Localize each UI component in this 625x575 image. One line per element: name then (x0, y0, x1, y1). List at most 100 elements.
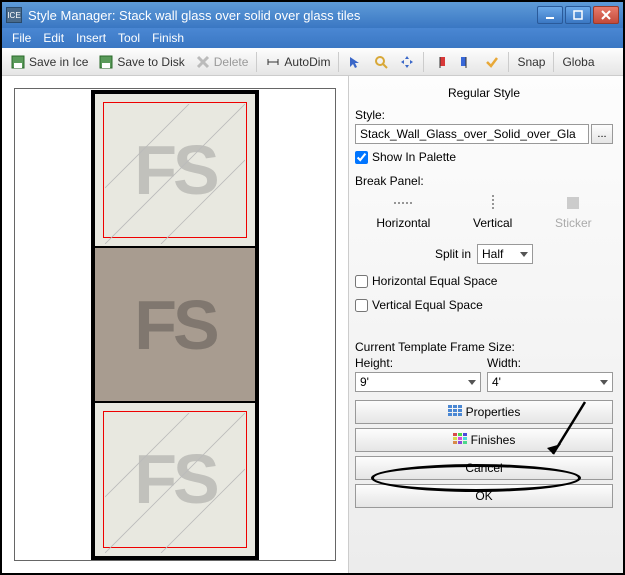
save-disk-label: Save to Disk (117, 55, 184, 69)
minimize-button[interactable] (537, 6, 563, 24)
menu-file[interactable]: File (6, 29, 37, 47)
h-equal-checkbox[interactable] (355, 275, 368, 288)
ok-button[interactable]: OK (355, 484, 613, 508)
save-ice-label: Save in Ice (29, 55, 88, 69)
red-flag-tool[interactable] (428, 52, 452, 72)
snap-label: Snap (517, 55, 545, 69)
pan-tool[interactable] (395, 52, 419, 72)
break-horizontal[interactable]: Horizontal (376, 194, 430, 230)
fs-watermark: FS (134, 439, 215, 519)
style-name-input[interactable] (355, 124, 589, 144)
h-equal-row[interactable]: Horizontal Equal Space (355, 274, 613, 288)
glass-hatch-icon (105, 413, 245, 553)
toolbar-separator (256, 52, 257, 72)
tile-glass-top[interactable]: FS (94, 93, 256, 248)
magnify-icon (373, 54, 389, 70)
break-vertical-label: Vertical (473, 216, 512, 230)
height-combo[interactable]: 9' (355, 372, 481, 392)
split-in-label: Split in (435, 247, 471, 261)
autodim-icon (265, 54, 281, 70)
move-arrows-icon (399, 54, 415, 70)
delete-label: Delete (214, 55, 249, 69)
menu-tool[interactable]: Tool (112, 29, 146, 47)
preview-pane: FS FS FS (2, 76, 348, 573)
break-sticker: Sticker (555, 194, 592, 230)
ok-label: OK (475, 489, 492, 503)
sticker-icon (562, 194, 584, 212)
tile-glass-bottom[interactable]: FS (94, 402, 256, 557)
style-browse-button[interactable]: ... (591, 124, 613, 144)
toolbar-separator (553, 52, 554, 72)
maximize-button[interactable] (565, 6, 591, 24)
disk-ice-icon (10, 54, 26, 70)
v-equal-row[interactable]: Vertical Equal Space (355, 298, 613, 312)
cancel-label: Cancel (465, 461, 502, 475)
style-label: Style: (355, 108, 613, 122)
toolbar-separator (338, 52, 339, 72)
toolbar: Save in Ice Save to Disk Delete AutoDim … (2, 48, 623, 76)
check-tool[interactable] (480, 52, 504, 72)
autodim-button[interactable]: AutoDim (261, 52, 334, 72)
break-horizontal-label: Horizontal (376, 216, 430, 230)
properties-label: Properties (466, 405, 521, 419)
title-bar: ICE Style Manager: Stack wall glass over… (2, 2, 623, 28)
break-panel-label: Break Panel: (355, 174, 613, 188)
main-area: FS FS FS Regular Style Style: ... Show I… (2, 76, 623, 573)
v-equal-checkbox[interactable] (355, 299, 368, 312)
vertical-split-icon (482, 194, 504, 212)
h-equal-label: Horizontal Equal Space (372, 274, 497, 288)
blue-flag-tool[interactable] (454, 52, 478, 72)
show-in-palette-checkbox[interactable] (355, 151, 368, 164)
width-label: Width: (487, 356, 613, 370)
show-in-palette-label: Show In Palette (372, 150, 456, 164)
window-title: Style Manager: Stack wall glass over sol… (28, 8, 537, 23)
fs-watermark: FS (134, 285, 215, 365)
snap-button[interactable]: Snap (513, 53, 549, 71)
properties-grid-icon (448, 405, 462, 420)
frame-size-label: Current Template Frame Size: (355, 340, 613, 354)
panel-heading: Regular Style (355, 86, 613, 100)
save-in-ice-button[interactable]: Save in Ice (6, 52, 92, 72)
v-equal-label: Vertical Equal Space (372, 298, 483, 312)
autodim-label: AutoDim (284, 55, 330, 69)
break-sticker-label: Sticker (555, 216, 592, 230)
split-in-combo[interactable]: Half (477, 244, 533, 264)
red-flag-icon (432, 54, 448, 70)
disk-icon (98, 54, 114, 70)
tile-stack: FS FS FS (91, 90, 259, 560)
delete-button[interactable]: Delete (191, 52, 253, 72)
toolbar-separator (508, 52, 509, 72)
blue-flag-icon (458, 54, 474, 70)
glass-hatch-icon (105, 104, 245, 244)
show-in-palette-row[interactable]: Show In Palette (355, 150, 613, 164)
menu-insert[interactable]: Insert (70, 29, 112, 47)
app-icon: ICE (6, 7, 22, 23)
split-in-value: Half (482, 247, 503, 261)
global-button[interactable]: Globa (558, 53, 598, 71)
tile-solid-middle[interactable]: FS (94, 247, 256, 402)
close-button[interactable] (593, 6, 619, 24)
pointer-tool[interactable] (343, 52, 367, 72)
menu-finish[interactable]: Finish (146, 29, 190, 47)
height-value: 9' (360, 375, 369, 389)
finishes-label: Finishes (471, 433, 516, 447)
save-to-disk-button[interactable]: Save to Disk (94, 52, 188, 72)
fs-watermark: FS (134, 130, 215, 210)
width-combo[interactable]: 4' (487, 372, 613, 392)
finishes-grid-icon (453, 433, 467, 448)
zoom-tool[interactable] (369, 52, 393, 72)
check-icon (484, 54, 500, 70)
finishes-button[interactable]: Finishes (355, 428, 613, 452)
global-label: Globa (562, 55, 594, 69)
delete-x-icon (195, 54, 211, 70)
cancel-button[interactable]: Cancel (355, 456, 613, 480)
width-value: 4' (492, 375, 501, 389)
break-vertical[interactable]: Vertical (473, 194, 512, 230)
toolbar-separator (423, 52, 424, 72)
preview-canvas[interactable]: FS FS FS (14, 88, 336, 561)
properties-panel: Regular Style Style: ... Show In Palette… (348, 76, 623, 573)
menu-edit[interactable]: Edit (37, 29, 70, 47)
properties-button[interactable]: Properties (355, 400, 613, 424)
horizontal-split-icon (392, 194, 414, 212)
height-label: Height: (355, 356, 481, 370)
